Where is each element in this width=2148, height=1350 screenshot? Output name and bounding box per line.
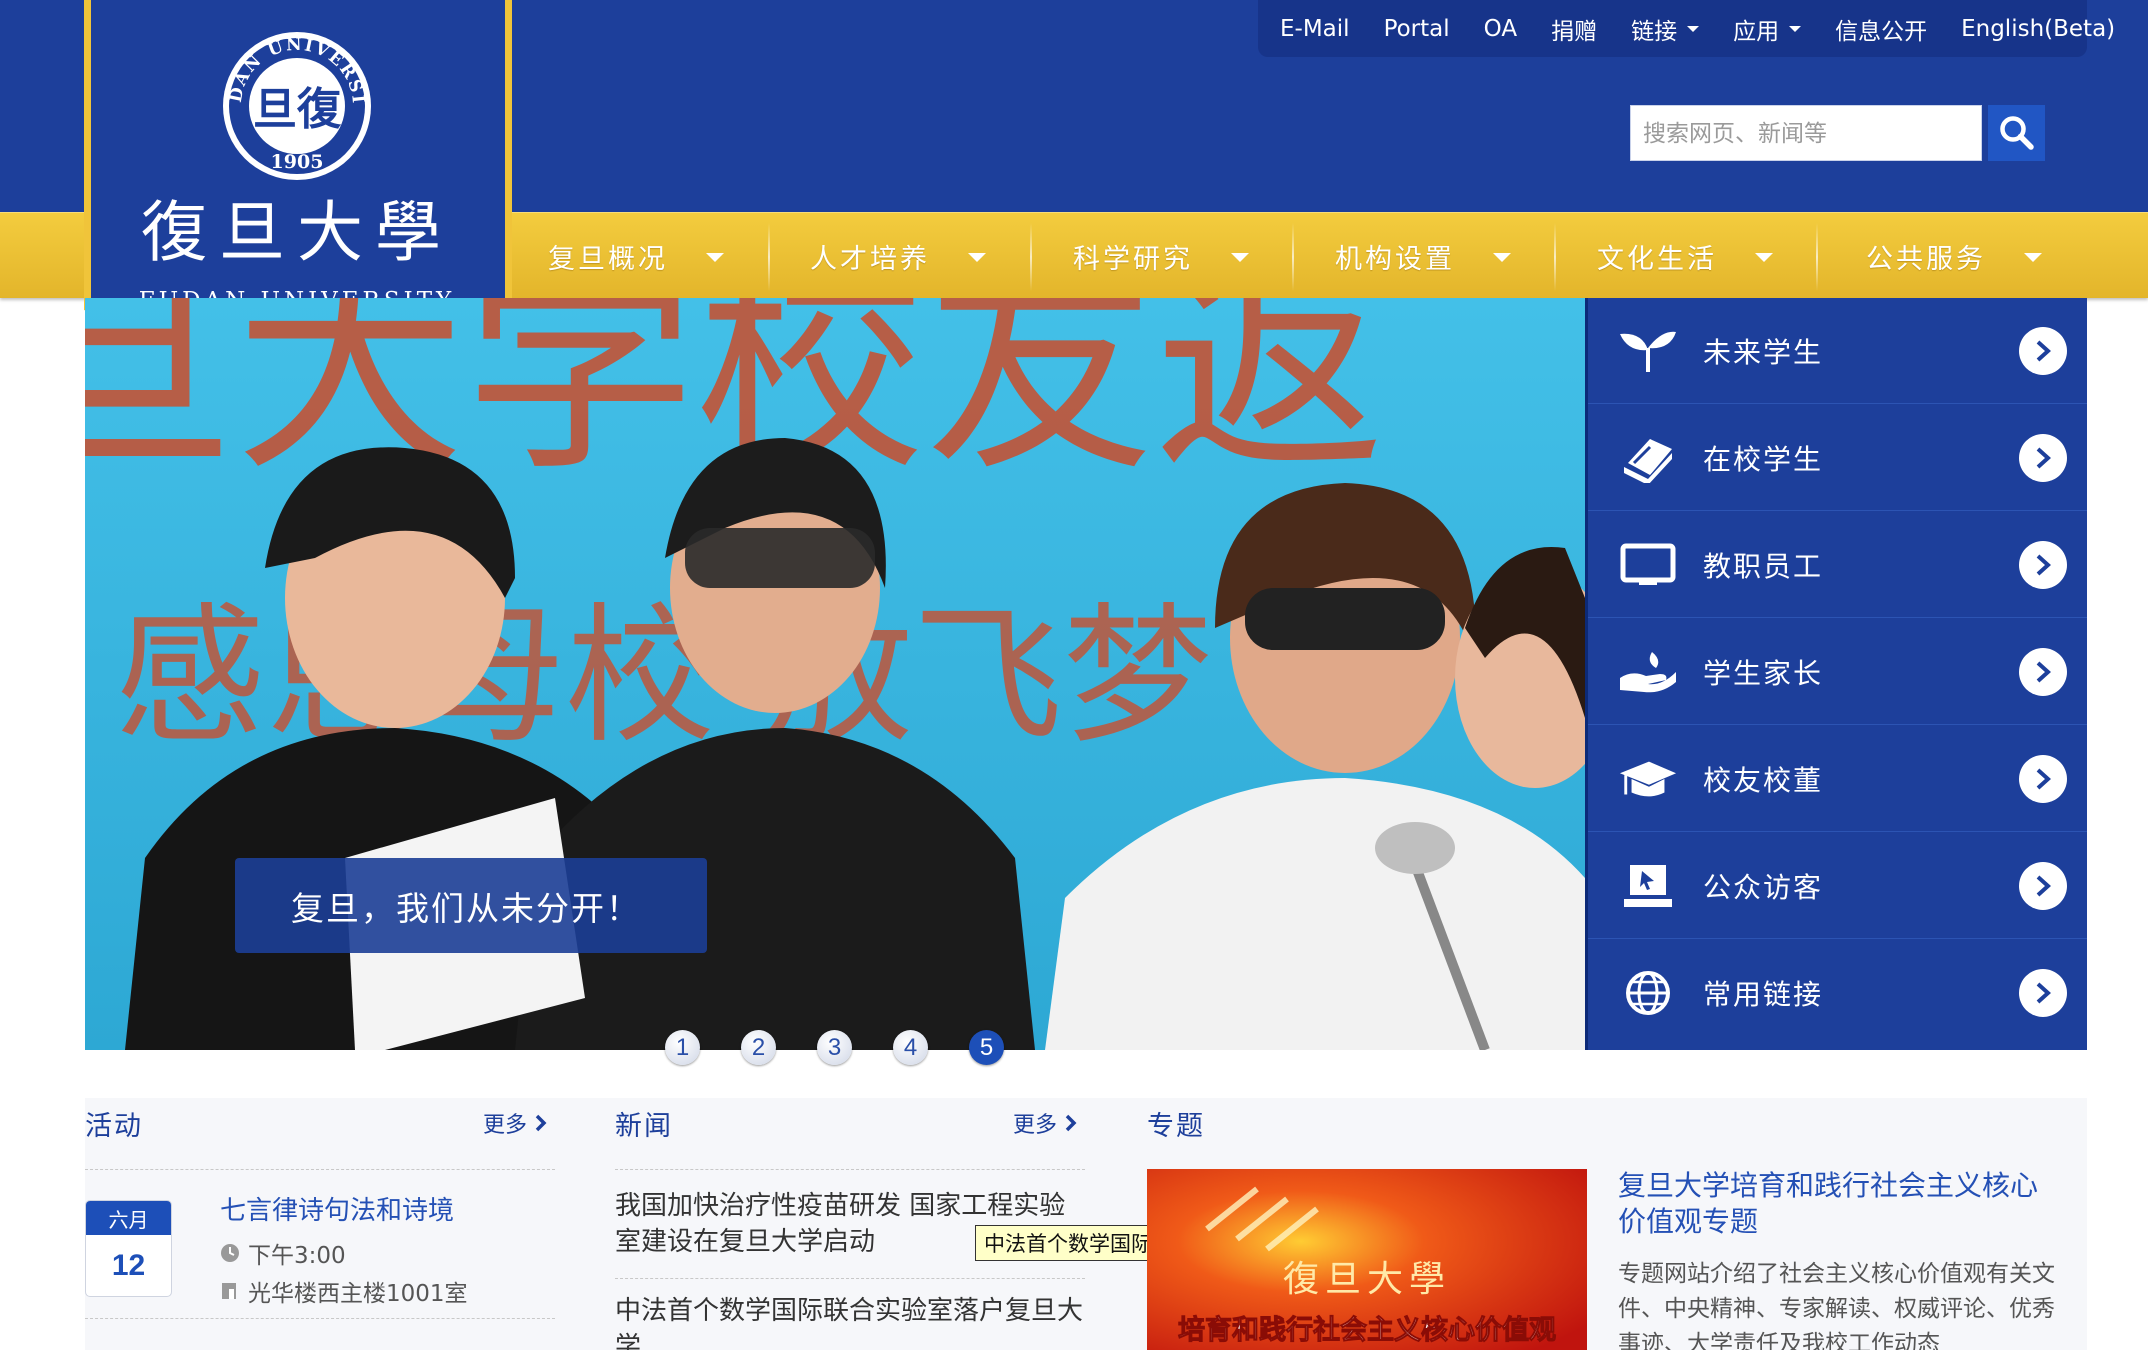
banner-text-2: 感恩母校 放飞梦 — [115, 590, 1213, 764]
book-icon — [1618, 430, 1678, 486]
svg-text:1905: 1905 — [271, 151, 324, 173]
event-date-badge: 六月 12 — [85, 1200, 172, 1297]
nav-organization[interactable]: 机构设置 — [1335, 213, 1597, 299]
chevron-right-icon — [2019, 754, 2067, 803]
event-location: 光华楼西主楼1001室 — [220, 1274, 468, 1308]
topic-banner-image[interactable]: 復旦大學 培育和践行社会主义核心价值观 — [1147, 1169, 1587, 1350]
kiosk-icon — [1618, 858, 1678, 914]
chevron-down-icon — [1231, 253, 1249, 262]
slide-caption[interactable]: 复旦，我们从未分开！ — [235, 858, 707, 953]
slide-dot-3[interactable]: 3 — [817, 1030, 852, 1065]
svg-text:復旦大學: 復旦大學 — [141, 194, 453, 271]
svg-text:旦復: 旦復 — [253, 84, 342, 135]
audience-menu: 未来学生 在校学生 教职员工 学生家长 校友校董 公众访客 常用链接 — [1585, 298, 2087, 1050]
chevron-right-icon — [2019, 433, 2067, 482]
nav-divider — [1816, 223, 1818, 291]
chevron-right-icon — [2019, 540, 2067, 589]
topbar-link-email[interactable]: E-Mail — [1280, 16, 1350, 42]
news-more-link[interactable]: 更多 — [1013, 1107, 1077, 1139]
topbar-link-portal[interactable]: Portal — [1384, 16, 1450, 42]
news-item[interactable]: 中法首个数学国际联合实验室落户复旦大学 — [615, 1293, 1085, 1350]
monitor-icon — [1618, 537, 1678, 593]
nav-research[interactable]: 科学研究 — [1073, 213, 1335, 299]
chevron-down-icon — [1493, 253, 1511, 262]
event-time: 下午3:00 — [220, 1236, 346, 1270]
search-button[interactable] — [1988, 105, 2045, 161]
nav-divider — [768, 223, 770, 291]
chevron-right-icon — [2019, 647, 2067, 696]
menu-common-links[interactable]: 常用链接 — [1588, 940, 2087, 1046]
search-input[interactable] — [1630, 105, 1982, 161]
chevron-down-icon — [1687, 25, 1700, 32]
menu-faculty-staff[interactable]: 教职员工 — [1588, 512, 2087, 618]
topic-banner-art: 復旦大學 培育和践行社会主义核心价值观 — [1147, 1169, 1587, 1350]
topbar-link-donate[interactable]: 捐赠 — [1551, 12, 1597, 46]
chevron-right-icon — [2019, 969, 2067, 1017]
menu-current-students[interactable]: 在校学生 — [1588, 405, 2087, 511]
nav-divider — [1292, 223, 1294, 291]
hands-icon — [1618, 644, 1678, 700]
menu-visitors[interactable]: 公众访客 — [1588, 833, 2087, 939]
topbar-link-oa[interactable]: OA — [1484, 16, 1517, 42]
slide-dot-1[interactable]: 1 — [665, 1030, 700, 1065]
nav-divider — [1554, 223, 1556, 291]
chevron-right-icon — [1065, 1114, 1077, 1132]
nav-about[interactable]: 复旦概况 — [548, 213, 810, 299]
chevron-right-icon — [535, 1114, 547, 1132]
slide-dot-5[interactable]: 5 — [969, 1030, 1004, 1065]
chevron-down-icon — [706, 253, 724, 262]
building-icon — [222, 1283, 236, 1299]
topbar-link-english[interactable]: English(Beta) — [1961, 16, 2115, 42]
chevron-down-icon — [1755, 253, 1773, 262]
topic-headline-link[interactable]: 复旦大学培育和践行社会主义核心价值观专题 — [1618, 1168, 2058, 1240]
divider — [615, 1278, 1085, 1279]
nav-culture[interactable]: 文化生活 — [1597, 213, 1859, 299]
topbar-link-apps[interactable]: 应用 — [1733, 12, 1802, 46]
nav-services[interactable]: 公共服务 — [1866, 213, 2128, 299]
activities-title: 活动 — [85, 1111, 143, 1142]
menu-alumni[interactable]: 校友校董 — [1588, 726, 2087, 832]
topbar-link-info[interactable]: 信息公开 — [1835, 12, 1927, 46]
svg-text:培育和践行社会主义核心价值观: 培育和践行社会主义核心价值观 — [1178, 1314, 1556, 1346]
graduation-cap-icon — [1618, 751, 1678, 807]
slide-pagination: 1 2 3 4 5 — [665, 1030, 1004, 1065]
news-title: 新闻 — [615, 1111, 673, 1142]
activities-more-link[interactable]: 更多 — [483, 1107, 547, 1139]
divider — [615, 1169, 1085, 1170]
top-utility-bar: E-Mail Portal OA 捐赠 链接 应用 信息公开 English(B… — [1258, 0, 2115, 57]
chevron-down-icon — [2024, 253, 2042, 262]
chevron-down-icon — [968, 253, 986, 262]
search-icon — [1999, 116, 2034, 150]
topics-title: 专题 — [1147, 1111, 1205, 1142]
topic-description: 专题网站介绍了社会主义核心价值观有关文件、中央精神、专家解读、权威评论、优秀事迹… — [1618, 1261, 2055, 1350]
slide-dot-4[interactable]: 4 — [893, 1030, 928, 1065]
nav-education[interactable]: 人才培养 — [810, 213, 1072, 299]
chevron-right-icon — [2019, 326, 2067, 375]
chevron-down-icon — [1789, 25, 1802, 32]
menu-parents[interactable]: 学生家长 — [1588, 619, 2087, 725]
nav-divider — [1030, 223, 1032, 291]
event-title-link[interactable]: 七言律诗句法和诗境 — [220, 1190, 454, 1227]
slide-dot-2[interactable]: 2 — [741, 1030, 776, 1065]
topbar-link-links[interactable]: 链接 — [1631, 12, 1700, 46]
globe-icon — [1618, 965, 1678, 1021]
chevron-right-icon — [2019, 861, 2067, 910]
clock-icon — [221, 1244, 239, 1262]
divider — [85, 1318, 555, 1319]
divider — [85, 1169, 555, 1170]
svg-text:復旦大學: 復旦大學 — [1283, 1259, 1451, 1300]
menu-prospective-students[interactable]: 未来学生 — [1588, 298, 2087, 404]
sprout-icon — [1618, 323, 1678, 379]
